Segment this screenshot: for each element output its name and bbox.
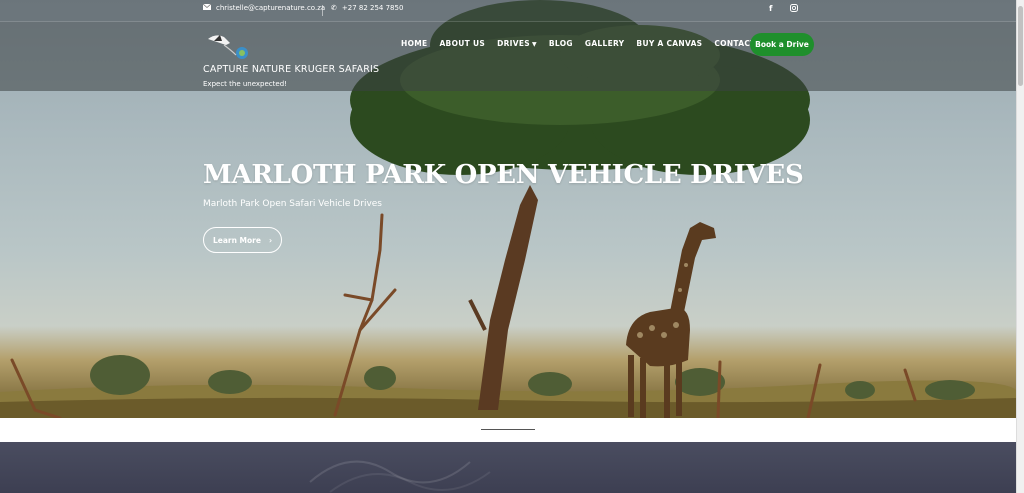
main-navbar: CAPTURE NATURE KRUGER SAFARIS Expect the… — [0, 22, 1016, 91]
nav-item-about-us[interactable]: ABOUT US — [439, 39, 485, 48]
nav-item-drives-label: DRIVES — [497, 39, 530, 48]
divider — [322, 5, 323, 16]
email-link[interactable]: christelle@capturenature.co.za — [202, 3, 326, 12]
section-divider-line — [481, 429, 535, 430]
decorative-swirl — [309, 460, 491, 493]
page-scrollbar[interactable] — [1016, 0, 1024, 493]
next-section-background — [0, 442, 1016, 493]
facebook-icon[interactable]: f — [769, 4, 772, 13]
hero-subtitle: Marloth Park Open Safari Vehicle Drives — [203, 199, 382, 209]
learn-more-button[interactable]: Learn More › — [203, 227, 282, 253]
learn-more-label: Learn More — [212, 235, 261, 245]
book-a-drive-button[interactable]: Book a Drive — [750, 33, 814, 56]
phone-icon: ✆ — [331, 4, 337, 12]
scrollbar-thumb[interactable] — [1018, 6, 1023, 86]
primary-nav: HOME ABOUT US DRIVES ▼ BLOG GALLERY BUY A… — [401, 39, 783, 48]
instagram-icon[interactable] — [790, 4, 798, 14]
nav-item-drives[interactable]: DRIVES ▼ — [497, 39, 537, 48]
nav-item-buy-a-canvas[interactable]: BUY A CANVAS — [636, 39, 702, 48]
brand-title[interactable]: CAPTURE NATURE KRUGER SAFARIS — [203, 64, 379, 75]
email-text: christelle@capturenature.co.za — [216, 4, 326, 12]
nav-item-home[interactable]: HOME — [401, 39, 427, 48]
envelope-icon — [202, 3, 212, 12]
nav-item-blog[interactable]: BLOG — [549, 39, 573, 48]
top-contact-bar: christelle@capturenature.co.za ✆ +27 82 … — [0, 0, 1016, 22]
hero-title: MARLOTH PARK OPEN VEHICLE DRIVES — [203, 160, 804, 190]
section-divider-band — [0, 418, 1016, 442]
phone-link[interactable]: ✆ +27 82 254 7850 — [331, 4, 403, 12]
chevron-right-icon: › — [268, 235, 273, 245]
brand-tagline: Expect the unexpected! — [203, 80, 287, 88]
brand-logo[interactable] — [206, 31, 250, 61]
chevron-down-icon: ▼ — [531, 41, 537, 48]
phone-text: +27 82 254 7850 — [341, 4, 404, 12]
nav-item-gallery[interactable]: GALLERY — [585, 39, 625, 48]
